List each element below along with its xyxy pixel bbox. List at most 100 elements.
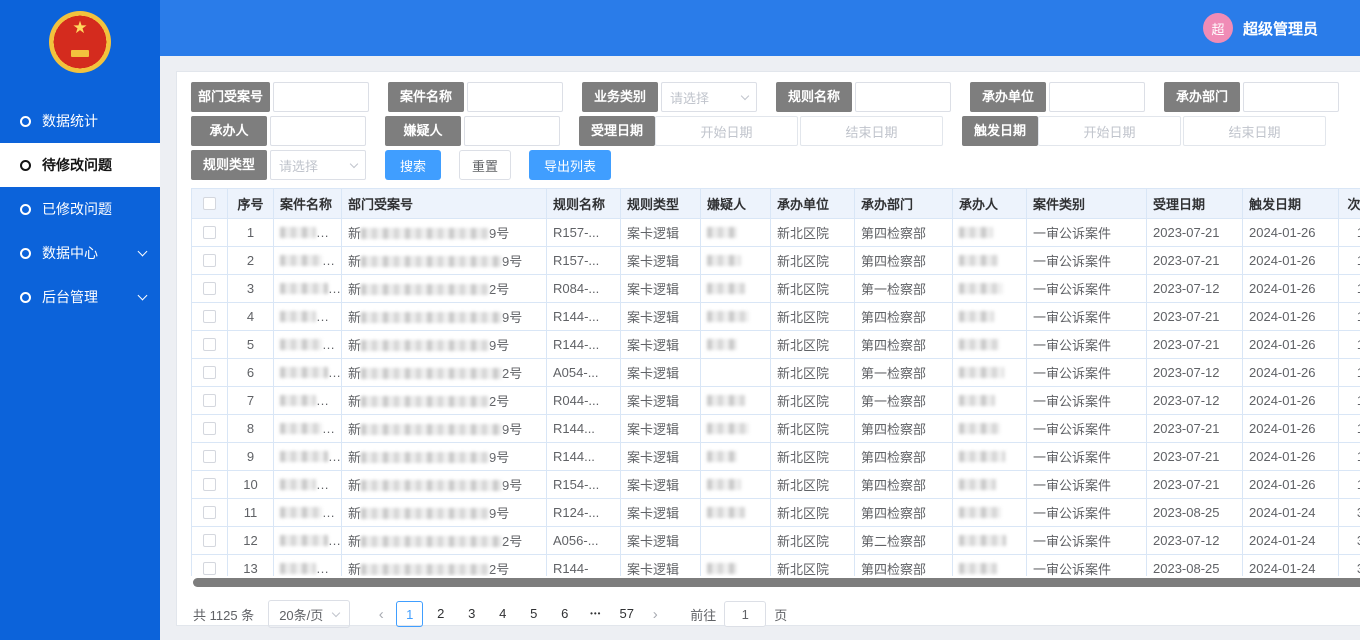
filter-规则类型: 规则类型请选择 — [191, 150, 366, 180]
user-name: 超级管理员 — [1243, 18, 1318, 39]
filter-input-案件名称[interactable] — [467, 82, 563, 112]
row-checkbox[interactable] — [203, 422, 216, 435]
sidebar-item-1[interactable]: 数据统计 — [0, 99, 160, 143]
chevron-down-icon — [138, 246, 148, 256]
page-number-2[interactable]: 2 — [427, 601, 454, 627]
table-row: 9…新9号R144...案卡逻辑新北区院第四检察部一审公诉案件2023-07-2… — [192, 443, 1360, 471]
select-placeholder: 请选择 — [279, 156, 318, 175]
row-checkbox[interactable] — [203, 310, 216, 323]
row-checkbox-cell — [192, 415, 228, 443]
导出列表-button[interactable]: 导出列表 — [529, 150, 611, 180]
filter-承办人: 承办人 — [191, 116, 366, 146]
filter-row-3: 规则类型请选择搜索重置导出列表 — [191, 150, 1360, 180]
filter-input-部门受案号[interactable] — [273, 82, 369, 112]
cell-org: 新北区院 — [771, 527, 855, 555]
row-checkbox[interactable] — [203, 562, 216, 575]
redacted-suspect — [707, 479, 741, 490]
cell-category: 一审公诉案件 — [1027, 471, 1147, 499]
cell-count: 3 — [1339, 527, 1360, 555]
cell-suspect — [701, 303, 771, 331]
menu-circle-icon — [20, 160, 31, 171]
row-checkbox[interactable] — [203, 534, 216, 547]
cell-org: 新北区院 — [771, 415, 855, 443]
date-start-受理日期[interactable]: 开始日期 — [655, 116, 798, 146]
date-start-触发日期[interactable]: 开始日期 — [1038, 116, 1181, 146]
row-checkbox[interactable] — [203, 366, 216, 379]
row-checkbox[interactable] — [203, 506, 216, 519]
page-number-3[interactable]: 3 — [458, 601, 485, 627]
sidebar-item-4[interactable]: 数据中心 — [0, 231, 160, 275]
cell-rule-type: 案卡逻辑 — [621, 219, 701, 247]
row-checkbox-cell — [192, 359, 228, 387]
horizontal-scrollbar-thumb[interactable] — [193, 578, 1360, 587]
row-checkbox[interactable] — [203, 478, 216, 491]
filter-触发日期: 触发日期开始日期结束日期 — [962, 116, 1326, 146]
filter-panel: 部门受案号案件名称业务类别请选择规则名称承办单位承办部门承办人嫌疑人受理日期开始… — [191, 82, 1360, 184]
redacted-case-number — [361, 256, 502, 267]
row-checkbox[interactable] — [203, 226, 216, 239]
redacted-case-number — [361, 284, 489, 295]
sidebar-item-2[interactable]: 待修改问题 — [0, 143, 160, 187]
filter-input-规则名称[interactable] — [855, 82, 951, 112]
redacted-case-number — [361, 452, 489, 463]
filter-label: 触发日期 — [962, 116, 1038, 146]
select-all-checkbox[interactable] — [203, 197, 216, 210]
cell-case-name: … — [274, 499, 342, 527]
page-number-5[interactable]: 5 — [520, 601, 547, 627]
cell-rule-type: 案卡逻辑 — [621, 527, 701, 555]
sidebar-item-5[interactable]: 后台管理 — [0, 275, 160, 319]
cell-category: 一审公诉案件 — [1027, 359, 1147, 387]
cell-suspect — [701, 555, 771, 577]
row-checkbox[interactable] — [203, 450, 216, 463]
重置-button[interactable]: 重置 — [459, 150, 511, 180]
filter-select-业务类别[interactable]: 请选择 — [661, 82, 757, 112]
date-end-受理日期[interactable]: 结束日期 — [800, 116, 943, 146]
page-ellipsis[interactable]: ••• — [582, 601, 609, 627]
chevron-down-icon — [741, 91, 749, 99]
next-page-button[interactable]: › — [642, 606, 668, 623]
row-checkbox-cell — [192, 303, 228, 331]
row-checkbox[interactable] — [203, 282, 216, 295]
sidebar-item-label: 数据统计 — [42, 111, 98, 131]
column-header-受理日期: 受理日期 — [1147, 189, 1243, 219]
date-end-触发日期[interactable]: 结束日期 — [1183, 116, 1326, 146]
filter-input-承办部门[interactable] — [1243, 82, 1339, 112]
row-checkbox[interactable] — [203, 338, 216, 351]
filter-承办单位: 承办单位 — [970, 82, 1145, 112]
filter-select-规则类型[interactable]: 请选择 — [270, 150, 366, 180]
cell-accept-date: 2023-07-12 — [1147, 527, 1243, 555]
main-area: 超 超级管理员 部门受案号案件名称业务类别请选择规则名称承办单位承办部门承办人嫌… — [160, 0, 1360, 640]
table-row: 13…新2号R144-案卡逻辑新北区院第四检察部一审公诉案件2023-08-25… — [192, 555, 1360, 577]
prev-page-button[interactable]: ‹ — [368, 606, 394, 623]
cell-accept-date: 2023-07-12 — [1147, 359, 1243, 387]
cell-org: 新北区院 — [771, 247, 855, 275]
column-header-承办部门: 承办部门 — [855, 189, 953, 219]
goto-page-input[interactable] — [724, 601, 766, 627]
row-checkbox[interactable] — [203, 394, 216, 407]
page-number-6[interactable]: 6 — [551, 601, 578, 627]
filter-规则名称: 规则名称 — [776, 82, 951, 112]
row-checkbox[interactable] — [203, 254, 216, 267]
column-header-部门受案号: 部门受案号 — [342, 189, 547, 219]
sidebar: ★ 数据统计待修改问题已修改问题数据中心后台管理 — [0, 0, 160, 640]
page-number-57[interactable]: 57 — [613, 601, 640, 627]
column-header-承办单位: 承办单位 — [771, 189, 855, 219]
row-checkbox-cell — [192, 247, 228, 275]
cell-index: 2 — [228, 247, 274, 275]
filter-input-承办人[interactable] — [270, 116, 366, 146]
filter-input-承办单位[interactable] — [1049, 82, 1145, 112]
page-number-1[interactable]: 1 — [396, 601, 423, 627]
filter-row-2: 承办人嫌疑人受理日期开始日期结束日期触发日期开始日期结束日期 — [191, 116, 1360, 146]
cell-org: 新北区院 — [771, 555, 855, 577]
avatar[interactable]: 超 — [1203, 13, 1233, 43]
page-number-4[interactable]: 4 — [489, 601, 516, 627]
cell-rule-type: 案卡逻辑 — [621, 303, 701, 331]
filter-input-嫌疑人[interactable] — [464, 116, 560, 146]
filter-label: 规则名称 — [776, 82, 852, 112]
page-size-select[interactable]: 20条/页 — [268, 600, 350, 628]
sidebar-item-3[interactable]: 已修改问题 — [0, 187, 160, 231]
cell-suspect — [701, 415, 771, 443]
redacted-case-number — [361, 564, 489, 575]
搜索-button[interactable]: 搜索 — [385, 150, 441, 180]
cell-category: 一审公诉案件 — [1027, 527, 1147, 555]
